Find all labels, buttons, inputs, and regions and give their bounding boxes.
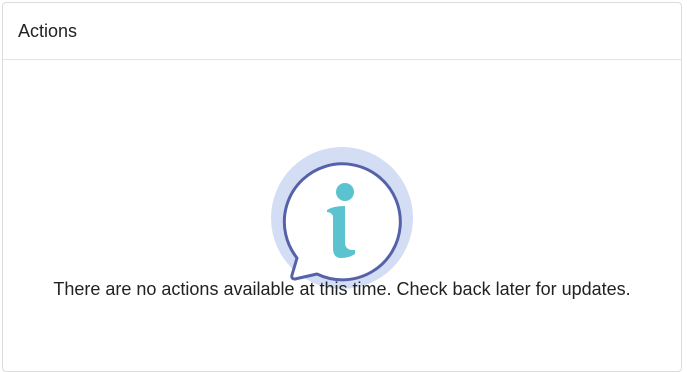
- actions-panel: Actions There are no actions available a…: [2, 2, 682, 372]
- empty-state-message: There are no actions available at this t…: [53, 279, 631, 299]
- info-speech-bubble-icon: [271, 147, 413, 289]
- panel-title: Actions: [18, 20, 78, 41]
- panel-body: There are no actions available at this t…: [3, 60, 681, 370]
- panel-header: Actions: [3, 3, 681, 60]
